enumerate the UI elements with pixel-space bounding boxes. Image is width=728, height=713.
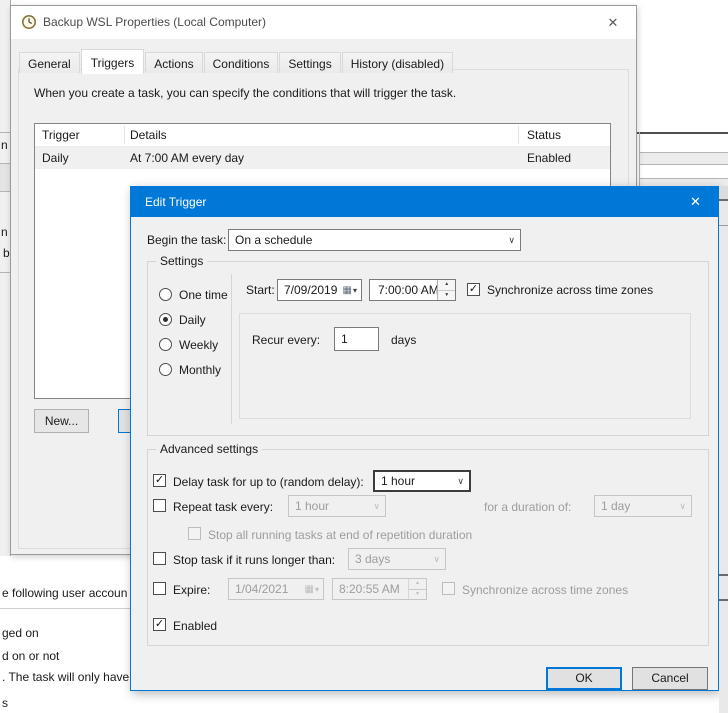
radio-daily[interactable] <box>159 313 172 326</box>
dialog-titlebar: Edit Trigger ✕ <box>131 187 718 217</box>
background-text-fragment: s <box>2 696 8 710</box>
expire-checkbox[interactable] <box>153 582 166 595</box>
radio-weekly[interactable] <box>159 338 172 351</box>
stop-task-duration-select: 3 days ∨ <box>348 548 446 570</box>
column-header-details[interactable]: Details <box>130 124 167 146</box>
stop-task-checkbox[interactable] <box>153 552 166 565</box>
trigger-cell: Daily <box>42 147 69 169</box>
expire-time-spinner: 8:20:55 AM ▲ ▼ <box>332 578 427 600</box>
sync-timezones-checkbox[interactable]: ✓ <box>467 283 480 296</box>
check-icon: ✓ <box>155 619 164 630</box>
table-row[interactable]: Daily At 7:00 AM every day Enabled <box>35 147 610 169</box>
recur-unit-label: days <box>391 333 416 347</box>
close-icon[interactable]: ✕ <box>598 11 628 34</box>
chevron-down-icon: ∨ <box>373 501 385 512</box>
tab-settings[interactable]: Settings <box>279 52 340 73</box>
background-bottom-pane: e following user accoun ged on d on or n… <box>0 556 131 713</box>
status-cell: Enabled <box>527 147 571 169</box>
task-clock-icon <box>21 14 37 30</box>
cancel-button[interactable]: Cancel <box>632 667 708 690</box>
radio-one-time-label: One time <box>179 288 228 302</box>
recur-panel <box>239 313 691 419</box>
ok-button[interactable]: OK <box>546 667 622 690</box>
spin-up-icon[interactable]: ▲ <box>438 280 455 291</box>
background-text-fragment: e following user accoun <box>2 586 127 600</box>
advanced-group-label: Advanced settings <box>156 442 262 456</box>
delay-task-checkbox[interactable]: ✓ <box>153 474 166 487</box>
repeat-interval-select: 1 hour ∨ <box>288 495 386 517</box>
begin-task-select[interactable]: On a schedule ∨ <box>228 229 521 251</box>
window-title: Backup WSL Properties (Local Computer) <box>43 6 266 39</box>
expire-label: Expire: <box>173 583 210 597</box>
settings-divider <box>231 274 232 424</box>
tab-general[interactable]: General <box>19 52 80 73</box>
background-text-fragment: b <box>3 246 10 260</box>
spin-up-icon: ▲ <box>409 579 426 590</box>
start-date-picker[interactable]: 7/09/2019 ▦ ▾ <box>277 279 362 301</box>
tab-triggers[interactable]: Triggers <box>81 49 145 74</box>
stop-task-label: Stop task if it runs longer than: <box>173 553 335 567</box>
background-right-strip <box>719 186 728 713</box>
enabled-label: Enabled <box>173 619 217 633</box>
spin-down-icon: ▼ <box>409 590 426 600</box>
properties-titlebar: Backup WSL Properties (Local Computer) ✕ <box>11 6 636 39</box>
delay-task-label: Delay task for up to (random delay): <box>173 475 364 489</box>
dialog-title: Edit Trigger <box>145 187 206 217</box>
start-label: Start: <box>246 283 275 297</box>
radio-weekly-label: Weekly <box>179 338 218 352</box>
expire-sync-checkbox <box>442 582 455 595</box>
background-text-fragment: . The task will only have <box>2 670 129 684</box>
sync-timezones-label: Synchronize across time zones <box>487 283 653 297</box>
chevron-down-icon: ∨ <box>508 235 520 246</box>
duration-label: for a duration of: <box>484 500 571 514</box>
radio-daily-label: Daily <box>179 313 206 327</box>
background-text-fragment: n <box>1 225 8 239</box>
chevron-down-icon: ▾ <box>315 585 319 594</box>
check-icon: ✓ <box>155 475 164 486</box>
stop-all-tasks-label: Stop all running tasks at end of repetit… <box>208 528 472 542</box>
new-button[interactable]: New... <box>34 409 89 433</box>
radio-monthly-label: Monthly <box>179 363 221 377</box>
details-cell: At 7:00 AM every day <box>130 147 244 169</box>
tab-strip: General Triggers Actions Conditions Sett… <box>19 49 454 73</box>
chevron-down-icon: ∨ <box>679 501 691 512</box>
repeat-task-label: Repeat task every: <box>173 500 273 514</box>
radio-monthly[interactable] <box>159 363 172 376</box>
table-header: Trigger Details Status <box>35 124 610 147</box>
background-text-fragment: n <box>1 138 8 152</box>
enabled-checkbox[interactable]: ✓ <box>153 618 166 631</box>
chevron-down-icon: ▾ <box>353 286 357 295</box>
repeat-task-checkbox[interactable] <box>153 499 166 512</box>
screen: n n b e following user accoun ged on d o… <box>0 0 728 713</box>
settings-group-label: Settings <box>156 254 207 268</box>
calendar-icon: ▦ <box>343 285 352 296</box>
chevron-down-icon: ∨ <box>433 554 445 565</box>
tab-history[interactable]: History (disabled) <box>342 52 453 73</box>
duration-select: 1 day ∨ <box>594 495 692 517</box>
radio-one-time[interactable] <box>159 288 172 301</box>
start-time-spinner[interactable]: 7:00:00 AM ▲ ▼ <box>369 279 456 301</box>
calendar-icon: ▦ <box>305 584 314 595</box>
chevron-down-icon: ∨ <box>457 476 469 487</box>
recur-every-input[interactable]: 1 <box>334 327 379 351</box>
begin-task-label: Begin the task: <box>147 233 226 247</box>
recur-every-label: Recur every: <box>252 333 320 347</box>
stop-all-tasks-checkbox <box>188 527 201 540</box>
check-icon: ✓ <box>469 284 478 295</box>
expire-date-picker: 1/04/2021 ▦ ▾ <box>228 578 324 600</box>
tab-actions[interactable]: Actions <box>145 52 202 73</box>
close-icon[interactable]: ✕ <box>673 187 718 217</box>
column-header-trigger[interactable]: Trigger <box>42 124 80 146</box>
expire-sync-label: Synchronize across time zones <box>462 583 628 597</box>
column-header-status[interactable]: Status <box>527 124 561 146</box>
tab-conditions[interactable]: Conditions <box>204 52 279 73</box>
edit-trigger-dialog: Edit Trigger ✕ Begin the task: On a sche… <box>130 186 719 691</box>
triggers-description: When you create a task, you can specify … <box>34 86 456 100</box>
delay-duration-select[interactable]: 1 hour ∨ <box>373 470 471 492</box>
spin-down-icon[interactable]: ▼ <box>438 291 455 301</box>
background-text-fragment: ged on <box>2 626 39 640</box>
background-text-fragment: d on or not <box>2 649 59 663</box>
